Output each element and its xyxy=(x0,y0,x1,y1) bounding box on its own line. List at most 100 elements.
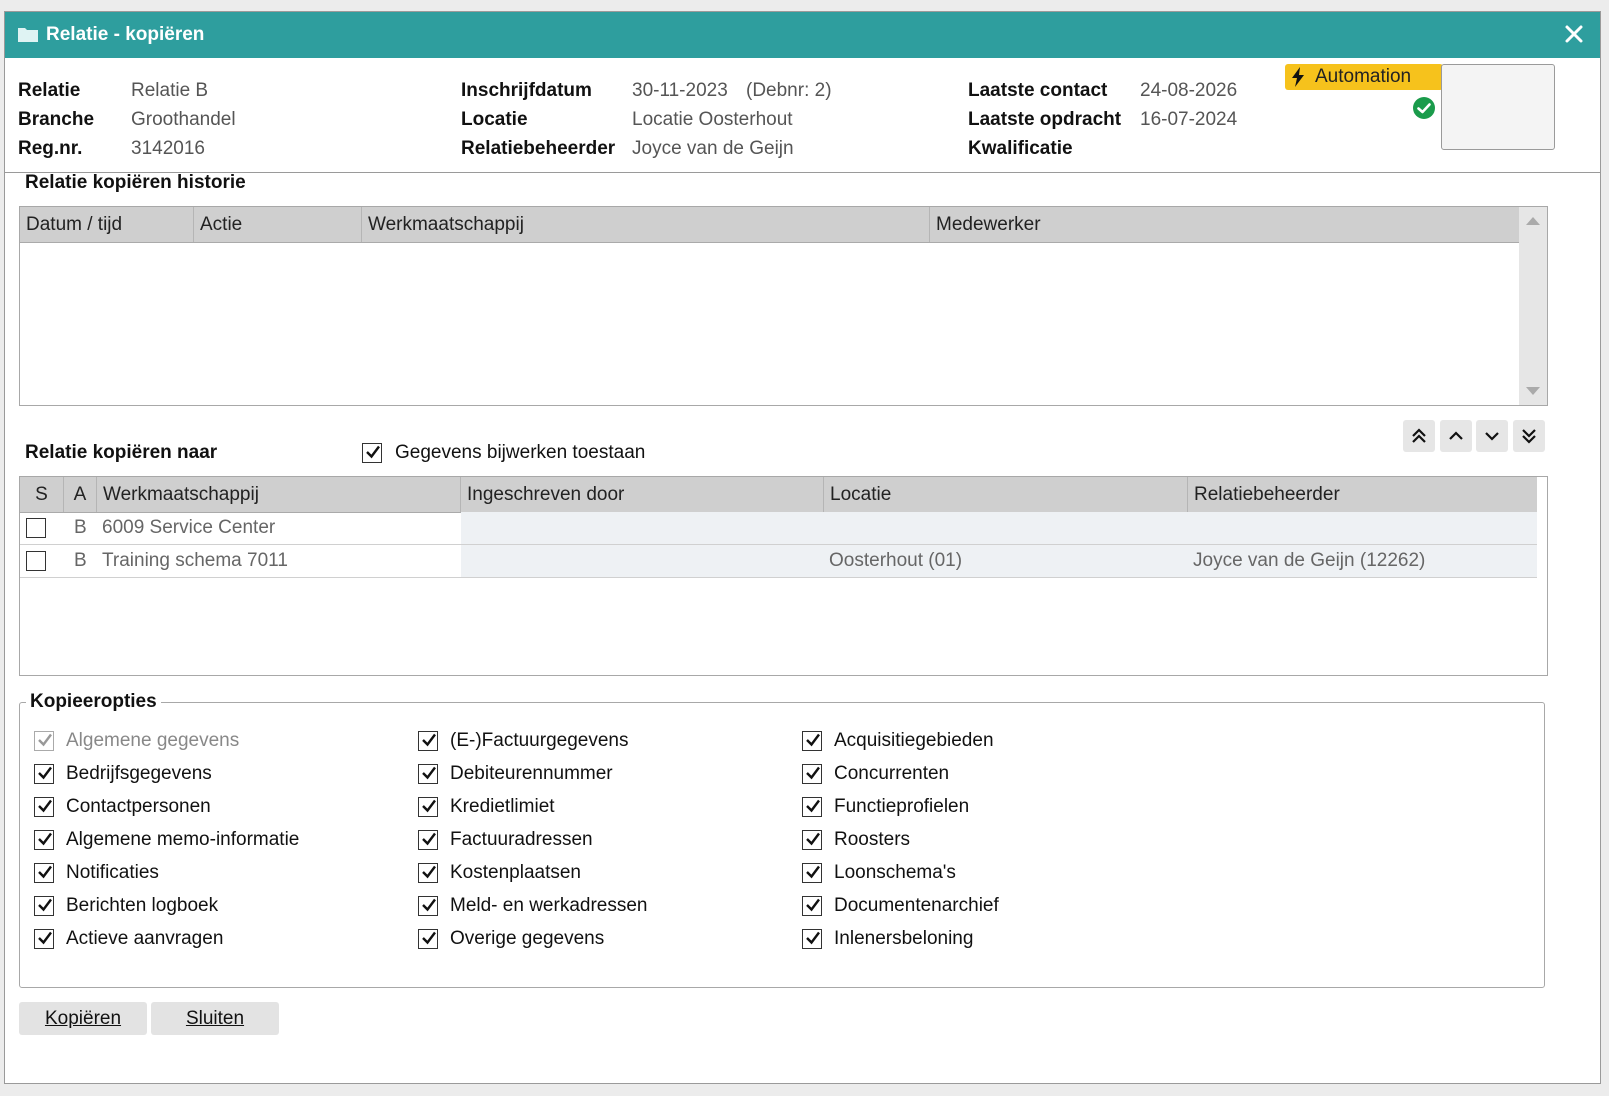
copy-option-checkbox[interactable] xyxy=(418,929,438,949)
move-top-button[interactable] xyxy=(1403,420,1435,452)
close-icon[interactable] xyxy=(1560,20,1588,48)
history-scrollbar[interactable] xyxy=(1519,207,1547,405)
copy-option-checkbox[interactable] xyxy=(34,863,54,883)
move-bottom-button[interactable] xyxy=(1513,420,1545,452)
double-chevron-down-icon xyxy=(1522,429,1536,444)
copy-option-checkbox[interactable] xyxy=(802,863,822,883)
col-a[interactable]: A xyxy=(64,477,97,512)
copy-option-checkbox[interactable] xyxy=(802,731,822,751)
title-bar: Relatie - kopiëren xyxy=(5,12,1600,58)
inschrijfdatum-label: Inschrijfdatum xyxy=(461,80,592,101)
locatie-value: Locatie Oosterhout xyxy=(632,109,793,130)
scroll-up-arrow[interactable] xyxy=(1526,217,1540,225)
copy-option-checkbox[interactable] xyxy=(418,797,438,817)
col-s[interactable]: S xyxy=(20,477,64,512)
folder-icon xyxy=(18,28,38,42)
copy-option-checkbox[interactable] xyxy=(802,830,822,850)
col-relatiebeheerder[interactable]: Relatiebeheerder xyxy=(1188,477,1537,512)
col-datum-tijd[interactable]: Datum / tijd xyxy=(20,207,194,242)
history-grid: Datum / tijd Actie Werkmaatschappij Mede… xyxy=(19,206,1548,406)
col-werkmaatschappij[interactable]: Werkmaatschappij xyxy=(97,477,461,512)
copy-button-label: Kopiëren xyxy=(44,1008,122,1029)
col-locatie[interactable]: Locatie xyxy=(824,477,1188,512)
debnr-value: (Debnr: 2) xyxy=(746,80,832,101)
copy-option-checkbox[interactable] xyxy=(418,896,438,916)
laatste-contact-value: 24-08-2026 xyxy=(1140,80,1238,101)
row-select-checkbox[interactable] xyxy=(26,518,46,538)
copy-option-checkbox[interactable] xyxy=(34,764,54,784)
copy-option-label: Acquisitiegebieden xyxy=(834,730,994,751)
relatie-label: Relatie xyxy=(18,80,81,101)
cell-werkmaatschappij: 6009 Service Center xyxy=(102,517,276,538)
checkmark-icon xyxy=(806,865,820,879)
cell-a: B xyxy=(74,517,87,538)
copy-option-checkbox[interactable] xyxy=(34,830,54,850)
copy-option-checkbox[interactable] xyxy=(418,830,438,850)
cell-werkmaatschappij: Training schema 7011 xyxy=(102,550,288,571)
copy-button[interactable]: Kopiëren xyxy=(19,1002,147,1035)
history-grid-header: Datum / tijd Actie Werkmaatschappij Mede… xyxy=(20,207,1519,243)
checkmark-icon xyxy=(366,445,380,459)
copy-option-checkbox[interactable] xyxy=(802,797,822,817)
copy-option-label: Inlenersbeloning xyxy=(834,928,974,949)
col-actie[interactable]: Actie xyxy=(194,207,362,242)
table-row[interactable]: B 6009 Service Center xyxy=(20,512,1537,545)
copy-option-checkbox[interactable] xyxy=(34,929,54,949)
cell-a: B xyxy=(74,550,87,571)
inschrijfdatum-value: 30-11-2023 xyxy=(632,80,728,101)
copy-option-label: Algemene memo-informatie xyxy=(66,829,300,850)
checkmark-icon xyxy=(422,733,436,747)
regnr-value: 3142016 xyxy=(131,138,205,159)
copy-option-label: Meld- en werkadressen xyxy=(450,895,648,916)
relatie-value: Relatie B xyxy=(131,80,209,101)
photo-placeholder[interactable] xyxy=(1441,64,1555,150)
copy-option-checkbox[interactable] xyxy=(34,797,54,817)
col-ingeschreven-door[interactable]: Ingeschreven door xyxy=(461,477,824,512)
relatiebeheerder-label: Relatiebeheerder xyxy=(461,138,616,159)
move-down-button[interactable] xyxy=(1476,420,1508,452)
copy-option-label: Berichten logboek xyxy=(66,895,219,916)
laatste-opdracht-value: 16-07-2024 xyxy=(1140,109,1238,130)
copy-option-checkbox[interactable] xyxy=(418,764,438,784)
copy-option-checkbox[interactable] xyxy=(418,863,438,883)
copy-option-label: Contactpersonen xyxy=(66,796,211,817)
col-medewerker[interactable]: Medewerker xyxy=(930,207,1519,242)
row-select-checkbox[interactable] xyxy=(26,551,46,571)
chevron-up-icon xyxy=(1449,431,1463,440)
copy-option-label: Debiteurennummer xyxy=(450,763,613,784)
copy-option-label: (E-)Factuurgegevens xyxy=(450,730,629,751)
checkmark-icon xyxy=(422,898,436,912)
copyto-grid: S A Werkmaatschappij Ingeschreven door L… xyxy=(19,476,1548,676)
automation-label: Automation xyxy=(1315,66,1412,87)
allow-update-label: Gegevens bijwerken toestaan xyxy=(395,442,646,463)
copy-option-label: Functieprofielen xyxy=(834,796,970,817)
col-werkmaatschappij[interactable]: Werkmaatschappij xyxy=(362,207,930,242)
scroll-down-arrow[interactable] xyxy=(1526,387,1540,395)
row-shade xyxy=(461,512,1537,544)
copy-option-checkbox[interactable] xyxy=(418,731,438,751)
move-up-button[interactable] xyxy=(1440,420,1472,452)
copy-option-checkbox[interactable] xyxy=(802,764,822,784)
table-row[interactable]: B Training schema 7011 Oosterhout (01) J… xyxy=(20,545,1537,578)
history-title: Relatie kopiëren historie xyxy=(25,172,246,193)
bolt-icon xyxy=(1292,67,1304,87)
dialog-window: Relatie - kopiëren Relatie Relatie B Bra… xyxy=(4,11,1601,1084)
copy-option-checkbox[interactable] xyxy=(802,929,822,949)
regnr-label: Reg.nr. xyxy=(18,138,83,159)
checkmark-icon xyxy=(806,832,820,846)
close-button[interactable]: Sluiten xyxy=(151,1002,279,1035)
copy-option-checkbox[interactable] xyxy=(34,896,54,916)
checkmark-icon xyxy=(38,733,52,747)
cell-relatiebeheerder: Joyce van de Geijn (12262) xyxy=(1193,550,1426,571)
allow-update-checkbox[interactable] xyxy=(362,443,382,463)
checkmark-icon xyxy=(806,799,820,813)
automation-badge[interactable]: Automation xyxy=(1285,64,1443,90)
relatiebeheerder-value: Joyce van de Geijn xyxy=(632,138,794,159)
copy-option-checkbox[interactable] xyxy=(802,896,822,916)
checkmark-icon xyxy=(38,865,52,879)
checkmark-icon xyxy=(38,832,52,846)
checkmark-icon xyxy=(422,799,436,813)
locatie-label: Locatie xyxy=(461,109,528,130)
window-title: Relatie - kopiëren xyxy=(46,24,205,45)
checkmark-icon xyxy=(38,799,52,813)
